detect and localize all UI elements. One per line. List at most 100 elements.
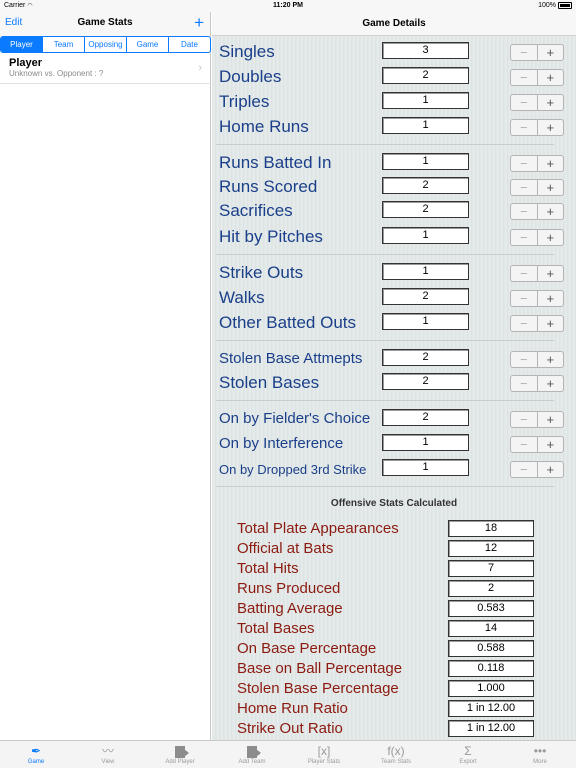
stat-label: Runs Batted In — [219, 153, 332, 172]
stat-value-field[interactable]: 1 — [382, 92, 469, 109]
decrement-button[interactable]: − — [511, 316, 538, 331]
increment-button[interactable]: + — [538, 70, 564, 85]
stat-label: Stolen Bases — [219, 373, 320, 392]
decrement-button[interactable]: − — [511, 230, 538, 245]
stat-label: Other Batted Outs — [219, 313, 357, 332]
battery-icon — [558, 2, 572, 9]
stat-row-singles: Singles 3 − + — [212, 40, 576, 64]
decrement-button[interactable]: − — [511, 291, 538, 306]
increment-button[interactable]: + — [538, 291, 564, 306]
player-name: Player — [9, 57, 43, 69]
decrement-button[interactable]: − — [511, 120, 538, 135]
calc-label: Total Hits — [237, 560, 299, 577]
tab-label: View — [101, 759, 115, 765]
tab-view[interactable]: 〰 View — [72, 741, 144, 768]
calc-label: On Base Percentage — [237, 640, 377, 657]
decrement-button[interactable]: − — [511, 437, 538, 452]
increment-button[interactable]: + — [538, 266, 564, 281]
stat-value-field[interactable]: 2 — [382, 373, 469, 390]
stat-value-field[interactable]: 1 — [382, 434, 469, 451]
increment-button[interactable]: + — [538, 95, 564, 110]
calc-row-on-base-percentage: On Base Percentage 0.588 — [212, 639, 576, 659]
segment-game[interactable]: Game — [127, 37, 169, 52]
calc-label: Stolen Base Percentage — [237, 680, 399, 697]
stat-value-field[interactable]: 1 — [382, 227, 469, 244]
stat-row-on-by-interference: On by Interference 1 − + — [212, 432, 576, 456]
stat-value-field[interactable]: 1 — [382, 263, 469, 280]
increment-button[interactable]: + — [538, 352, 564, 367]
decrement-button[interactable]: − — [511, 95, 538, 110]
battery-indicator: 100% — [538, 2, 572, 9]
segment-team[interactable]: Team — [43, 37, 85, 52]
increment-button[interactable]: + — [538, 204, 564, 219]
tab-add-player[interactable]: Add Player — [144, 741, 216, 768]
tab-game[interactable]: ✒ Game — [0, 741, 72, 768]
sigma-icon: Σ — [464, 744, 472, 758]
calc-row-base-on-ball-percentage: Base on Ball Percentage 0.118 — [212, 659, 576, 679]
stat-label: On by Interference — [219, 435, 344, 452]
player-list-item[interactable]: Player Unknown vs. Opponent : ? › — [0, 56, 211, 84]
calc-value: 0.583 — [448, 600, 534, 617]
increment-button[interactable]: + — [538, 230, 564, 245]
calc-value: 1 in 12.00 — [448, 700, 534, 717]
increment-button[interactable]: + — [538, 376, 564, 391]
increment-button[interactable]: + — [538, 412, 564, 427]
increment-button[interactable]: + — [538, 462, 564, 477]
decrement-button[interactable]: − — [511, 376, 538, 391]
increment-button[interactable]: + — [538, 45, 564, 60]
calc-row-total-bases: Total Bases 14 — [212, 619, 576, 639]
decrement-button[interactable]: − — [511, 266, 538, 281]
stat-value-field[interactable]: 1 — [382, 153, 469, 170]
stat-value-field[interactable]: 1 — [382, 313, 469, 330]
segment-player[interactable]: Player — [1, 37, 43, 52]
decrement-button[interactable]: − — [511, 45, 538, 60]
stat-stepper: − + — [510, 351, 564, 368]
decrement-button[interactable]: − — [511, 412, 538, 427]
calculated-section-title: Offensive Stats Calculated — [330, 498, 458, 509]
calc-row-official-at-bats: Official at Bats 12 — [212, 539, 576, 559]
tab-export[interactable]: Σ Export — [432, 741, 504, 768]
stat-value-field[interactable]: 2 — [382, 288, 469, 305]
calc-label: Total Bases — [237, 620, 315, 637]
stat-value-field[interactable]: 2 — [382, 409, 469, 426]
increment-button[interactable]: + — [538, 316, 564, 331]
stat-label: Runs Scored — [219, 177, 318, 196]
stat-row-other-batted-outs: Other Batted Outs 1 − + — [212, 311, 576, 335]
decrement-button[interactable]: − — [511, 180, 538, 195]
stat-value-field[interactable]: 2 — [382, 67, 469, 84]
tab-player-stats[interactable]: [x] Player Stats — [288, 741, 360, 768]
decrement-button[interactable]: − — [511, 462, 538, 477]
stat-value-field[interactable]: 1 — [382, 117, 469, 134]
stat-value-field[interactable]: 2 — [382, 177, 469, 194]
segment-date[interactable]: Date — [169, 37, 210, 52]
increment-button[interactable]: + — [538, 120, 564, 135]
decrement-button[interactable]: − — [511, 156, 538, 171]
calc-value: 2 — [448, 580, 534, 597]
stat-stepper: − + — [510, 461, 564, 478]
section-divider — [216, 254, 554, 255]
stat-value-field[interactable]: 2 — [382, 201, 469, 218]
stat-value-field[interactable]: 2 — [382, 349, 469, 366]
stat-label: Doubles — [219, 67, 282, 86]
stat-value-field[interactable]: 1 — [382, 459, 469, 476]
increment-button[interactable]: + — [538, 156, 564, 171]
stat-row-hit-by-pitches: Hit by Pitches 1 − + — [212, 225, 576, 249]
increment-button[interactable]: + — [538, 180, 564, 195]
stat-value-field[interactable]: 3 — [382, 42, 469, 59]
bracket-x-icon: [x] — [317, 744, 331, 758]
stat-stepper: − + — [510, 436, 564, 453]
calc-row-total-plate-appearances: Total Plate Appearances 18 — [212, 519, 576, 539]
add-plus-icon[interactable]: + — [194, 13, 204, 33]
segment-opposing[interactable]: Opposing — [85, 37, 127, 52]
increment-button[interactable]: + — [538, 437, 564, 452]
decrement-button[interactable]: − — [511, 204, 538, 219]
player-detail: Unknown vs. Opponent : ? — [9, 69, 104, 78]
decrement-button[interactable]: − — [511, 70, 538, 85]
stat-row-strike-outs: Strike Outs 1 − + — [212, 261, 576, 285]
tab-label: Game — [27, 759, 45, 765]
stat-row-runs-scored: Runs Scored 2 − + — [212, 175, 576, 199]
tab-team-stats[interactable]: f(x) Team Stats — [360, 741, 432, 768]
tab-more[interactable]: ••• More — [504, 741, 576, 768]
tab-add-team[interactable]: Add Team — [216, 741, 288, 768]
decrement-button[interactable]: − — [511, 352, 538, 367]
